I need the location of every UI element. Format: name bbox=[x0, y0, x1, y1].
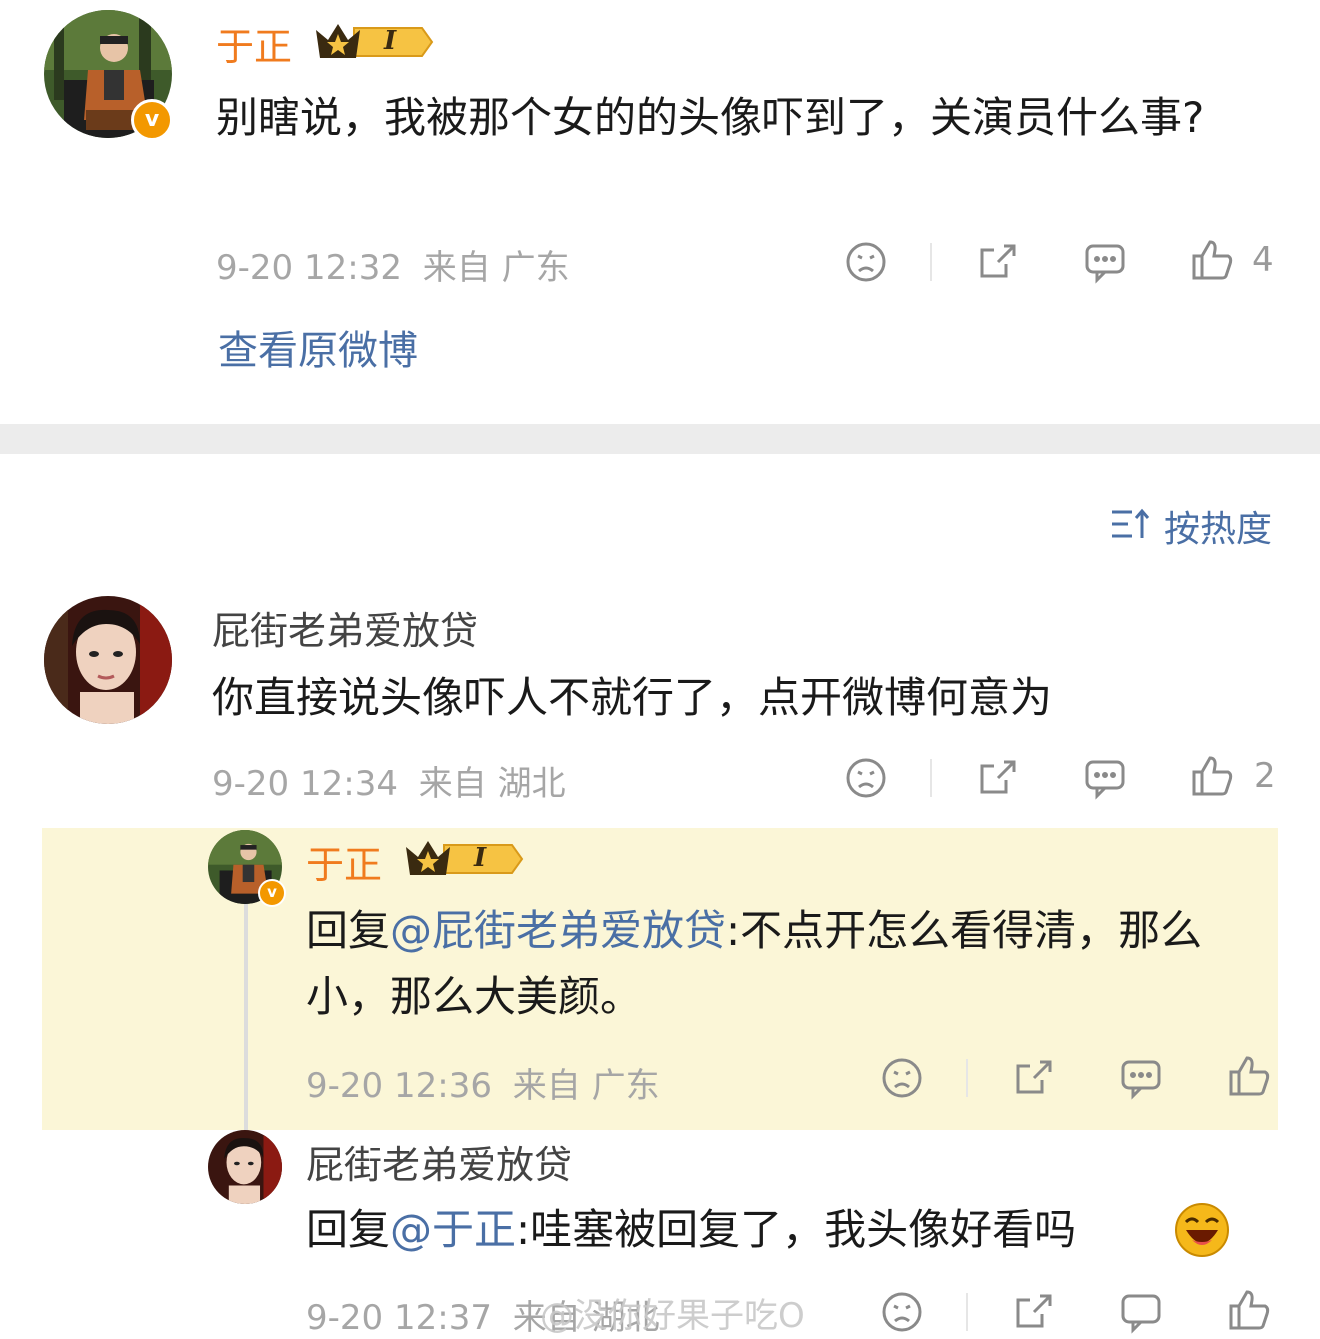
reply1-timestamp: 9-20 12:36 bbox=[306, 1066, 492, 1106]
verified-badge: v bbox=[258, 879, 286, 907]
sad-face-icon[interactable] bbox=[880, 1056, 924, 1100]
reply1-level-label: I bbox=[474, 843, 487, 873]
reply2-author-avatar[interactable] bbox=[208, 1130, 282, 1204]
comment-icon[interactable] bbox=[1083, 756, 1127, 800]
share-icon[interactable] bbox=[976, 240, 1020, 284]
sort-label: 按热度 bbox=[1164, 509, 1273, 550]
view-original-link[interactable]: 查看原微博 bbox=[218, 318, 418, 376]
reply1-prefix: 回复 bbox=[306, 906, 391, 955]
comment-icon[interactable] bbox=[1119, 1290, 1163, 1334]
like-icon[interactable] bbox=[1190, 238, 1234, 282]
sort-icon bbox=[1110, 506, 1150, 546]
comment-like-count: 2 bbox=[1254, 756, 1276, 796]
like-icon[interactable] bbox=[1227, 1054, 1271, 1098]
post-time: 9-20 12:32 来自 广东 bbox=[216, 240, 570, 289]
comment-text: 你直接说头像吓人不就行了，点开微博何意为 bbox=[212, 673, 1053, 722]
reply2-body: :哇塞被回复了，我头像好看吗 bbox=[516, 1205, 1077, 1254]
comment-icon[interactable] bbox=[1083, 240, 1127, 284]
reply1-mention-link[interactable]: @屁街老弟爱放贷 bbox=[390, 906, 726, 955]
comment-time: 9-20 12:34 来自 湖北 bbox=[212, 756, 566, 805]
thread-line bbox=[244, 900, 248, 1135]
post-like-count: 4 bbox=[1252, 240, 1274, 280]
crown-icon bbox=[314, 20, 434, 68]
post-text: 别瞎说，我被那个女的的头像吓到了，关演员什么事? bbox=[216, 93, 1205, 142]
post-author-name[interactable]: 于正 bbox=[216, 16, 292, 71]
verified-badge: v bbox=[131, 99, 173, 141]
reply2-prefix: 回复 bbox=[306, 1205, 391, 1254]
comment-source: 来自 湖北 bbox=[418, 764, 566, 804]
like-icon[interactable] bbox=[1190, 754, 1234, 798]
sad-face-icon[interactable] bbox=[880, 1290, 924, 1334]
reply1-source: 来自 广东 bbox=[512, 1066, 660, 1106]
reply2-text: 回复@于正:哇塞被回复了，我头像好看吗 bbox=[306, 1200, 1286, 1260]
like-icon[interactable] bbox=[1227, 1288, 1271, 1332]
share-icon[interactable] bbox=[1012, 1056, 1056, 1100]
action-separator bbox=[930, 759, 932, 797]
sad-face-icon[interactable] bbox=[844, 756, 888, 800]
section-divider bbox=[0, 424, 1320, 454]
action-separator bbox=[966, 1059, 968, 1097]
comment-author-name[interactable]: 屁街老弟爱放贷 bbox=[212, 600, 478, 655]
reply1-time: 9-20 12:36 来自 广东 bbox=[306, 1058, 660, 1107]
laughing-emoji-icon bbox=[1174, 1202, 1230, 1262]
post-level-label: I bbox=[384, 26, 397, 56]
comment-author-avatar[interactable] bbox=[44, 596, 172, 724]
post-timestamp: 9-20 12:32 bbox=[216, 248, 402, 288]
reply2-author-name[interactable]: 屁街老弟爱放贷 bbox=[306, 1134, 572, 1189]
comment-icon[interactable] bbox=[1119, 1056, 1163, 1100]
reply2-timestamp: 9-20 12:37 bbox=[306, 1298, 492, 1338]
crown-icon bbox=[404, 837, 524, 885]
reply1-author-name[interactable]: 于正 bbox=[306, 834, 382, 889]
sad-face-icon[interactable] bbox=[844, 240, 888, 284]
share-icon[interactable] bbox=[1012, 1290, 1056, 1334]
reply2-mention-link[interactable]: @于正 bbox=[390, 1205, 516, 1254]
post-source: 来自 广东 bbox=[422, 248, 570, 288]
comment-timestamp: 9-20 12:34 bbox=[212, 764, 398, 804]
action-separator bbox=[966, 1293, 968, 1331]
action-separator bbox=[930, 243, 932, 281]
share-icon[interactable] bbox=[976, 756, 1020, 800]
watermark: @没你好果子吃O bbox=[540, 1296, 805, 1336]
reply1-text: 回复@屁街老弟爱放贷:不点开怎么看得清，那么小，那么大美颜。 bbox=[306, 898, 1266, 1030]
